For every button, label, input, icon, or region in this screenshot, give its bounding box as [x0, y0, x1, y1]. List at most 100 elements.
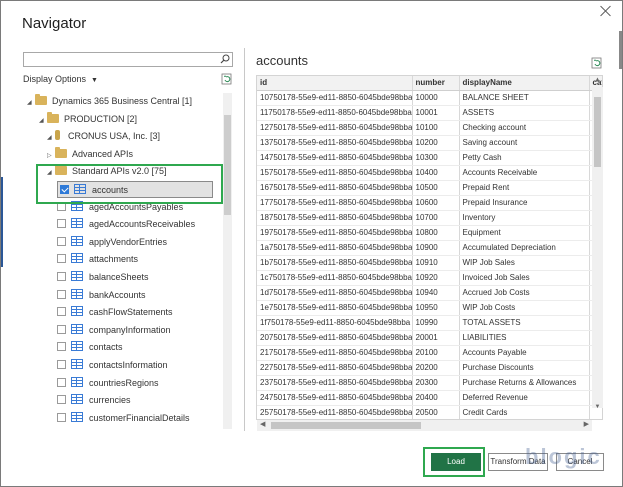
table-cell: Purchase Returns & Allowances	[459, 375, 590, 392]
preview-horizontal-scrollbar[interactable]: ◀ ▶	[257, 420, 592, 431]
table-cell: LIABILITIES	[459, 330, 590, 347]
tree-item-checkbox[interactable]	[57, 342, 66, 352]
tree-scrollbar[interactable]	[223, 93, 232, 429]
column-header[interactable]: displayName	[459, 76, 590, 92]
close-icon[interactable]	[600, 5, 612, 17]
selection-highlight-box	[36, 164, 223, 204]
table-row[interactable]: 20750178-55e9-ed11-8850-6045bde98bba 2000…	[257, 330, 602, 347]
table-cell: Prepaid Rent	[459, 180, 590, 197]
collapsed-arrow-icon[interactable]: ▷	[47, 148, 55, 165]
table-icon	[71, 218, 83, 229]
table-cell: 1d750178-55e9-ed11-8850-6045bde98bba	[257, 285, 413, 302]
table-cell: 1c750178-55e9-ed11-8850-6045bde98bba	[257, 270, 413, 287]
tree-item[interactable]: contactsInformation	[57, 357, 168, 374]
table-row[interactable]: 11750178-55e9-ed11-8850-6045bde98bba 1000…	[257, 105, 602, 122]
tree-item[interactable]: attachments	[57, 251, 138, 268]
tree-item-checkbox[interactable]	[57, 289, 66, 299]
tree-item-checkbox[interactable]	[57, 236, 66, 246]
tree-item[interactable]: currencies	[57, 392, 131, 409]
expanded-arrow-icon[interactable]: ◢	[27, 95, 35, 112]
refresh-icon[interactable]	[221, 73, 233, 85]
tree-item-checkbox[interactable]	[57, 360, 66, 369]
load-button[interactable]: Load	[431, 453, 481, 471]
table-cell: 10910	[412, 255, 460, 272]
preview-vertical-scrollbar[interactable]: ▲ ▼	[592, 77, 603, 410]
tree-item-checkbox[interactable]	[57, 412, 66, 422]
tree-item-checkbox[interactable]	[57, 307, 66, 317]
table-cell: 20300	[412, 375, 460, 392]
table-row[interactable]: 24750178-55e9-ed11-8850-6045bde98bba 2040…	[257, 390, 602, 407]
table-icon	[71, 394, 83, 405]
search-input[interactable]	[23, 52, 233, 67]
table-row[interactable]: 23750178-55e9-ed11-8850-6045bde98bba 2030…	[257, 375, 602, 392]
table-cell: 14750178-55e9-ed11-8850-6045bde98bba	[257, 150, 413, 167]
tree-item[interactable]: countriesRegions	[57, 375, 159, 392]
tree-item-checkbox[interactable]	[57, 219, 66, 229]
table-cell: 25750178-55e9-ed11-8850-6045bde98bba	[257, 405, 413, 419]
table-row[interactable]: 22750178-55e9-ed11-8850-6045bde98bba 2020…	[257, 360, 602, 377]
table-row[interactable]: 25750178-55e9-ed11-8850-6045bde98bba 2050…	[257, 405, 602, 419]
tree-item-label: Dynamics 365 Business Central [1]	[52, 96, 193, 106]
table-row[interactable]: 19750178-55e9-ed11-8850-6045bde98bba 1080…	[257, 225, 602, 242]
table-row[interactable]: 14750178-55e9-ed11-8850-6045bde98bba 1030…	[257, 150, 602, 167]
tree-item[interactable]: cashFlowStatements	[57, 304, 173, 321]
table-icon	[71, 411, 83, 422]
preview-table[interactable]: id number displayName cat 10750178-55e9-ed1…	[256, 75, 603, 420]
search-icon[interactable]	[220, 54, 230, 64]
tree-item[interactable]: ◢ CRONUS USA, Inc. [3]	[47, 128, 160, 145]
expanded-arrow-icon[interactable]: ◢	[39, 113, 47, 130]
table-row[interactable]: 1e750178-55e9-ed11-8850-6045bde98bba 1095…	[257, 300, 602, 317]
table-row[interactable]: 1a750178-55e9-ed11-8850-6045bde98bba 1090…	[257, 240, 602, 257]
table-row[interactable]: 18750178-55e9-ed11-8850-6045bde98bba 1070…	[257, 210, 602, 227]
tree-item[interactable]: contacts	[57, 339, 123, 356]
table-row[interactable]: 12750178-55e9-ed11-8850-6045bde98bba 1010…	[257, 120, 602, 137]
tree-item[interactable]: ◢ PRODUCTION [2]	[39, 111, 137, 128]
column-header[interactable]: number	[412, 76, 460, 92]
table-cell: Accrued Job Costs	[459, 285, 590, 302]
tree-item-checkbox[interactable]	[57, 272, 66, 281]
tree-item[interactable]: companyInformation	[57, 322, 171, 339]
preview-refresh-icon[interactable]	[591, 57, 603, 69]
table-cell: 10001	[412, 105, 460, 122]
table-cell: WIP Job Costs	[459, 300, 590, 317]
tree-item[interactable]: customerFinancialDetails	[57, 410, 190, 427]
table-icon	[71, 323, 83, 334]
preview-vertical-thumb[interactable]	[594, 97, 601, 167]
scroll-right-icon[interactable]: ▶	[584, 420, 589, 428]
preview-horizontal-thumb[interactable]	[271, 422, 421, 429]
table-row[interactable]: 15750178-55e9-ed11-8850-6045bde98bba 1040…	[257, 165, 602, 182]
tree-item[interactable]: applyVendorEntries	[57, 234, 167, 251]
tree-item-checkbox[interactable]	[57, 254, 66, 264]
table-cell: 22750178-55e9-ed11-8850-6045bde98bba	[257, 360, 413, 377]
table-row[interactable]: 13750178-55e9-ed11-8850-6045bde98bba 1020…	[257, 135, 602, 152]
table-row[interactable]: 21750178-55e9-ed11-8850-6045bde98bba 2010…	[257, 345, 602, 362]
scroll-left-icon[interactable]: ◀	[260, 420, 265, 428]
table-cell: 16750178-55e9-ed11-8850-6045bde98bba	[257, 180, 413, 197]
table-cell: Checking account	[459, 120, 590, 137]
display-options-dropdown[interactable]: Display Options ▼	[23, 74, 98, 84]
tree-item[interactable]: agedAccountsReceivables	[57, 216, 195, 233]
table-row[interactable]: 1d750178-55e9-ed11-8850-6045bde98bba 1094…	[257, 285, 602, 302]
scroll-up-icon[interactable]: ▲	[594, 77, 601, 83]
column-header[interactable]: id	[257, 76, 413, 92]
tree-item[interactable]: bankAccounts	[57, 287, 146, 304]
tree-item[interactable]: ▷ Advanced APIs	[47, 146, 133, 163]
table-cell: 1e750178-55e9-ed11-8850-6045bde98bba	[257, 300, 413, 317]
tree-item[interactable]: ◢ Dynamics 365 Business Central [1]	[27, 93, 192, 110]
table-cell: 10500	[412, 180, 460, 197]
tree-item-checkbox[interactable]	[57, 395, 66, 405]
table-row[interactable]: 16750178-55e9-ed11-8850-6045bde98bba 1050…	[257, 180, 602, 197]
scroll-down-icon[interactable]: ▼	[594, 404, 601, 410]
table-row[interactable]: 1c750178-55e9-ed11-8850-6045bde98bba 1092…	[257, 270, 602, 287]
table-row[interactable]: 1f750178-55e9-ed11-8850-6045bde98bba 1099…	[257, 315, 602, 332]
table-row[interactable]: 17750178-55e9-ed11-8850-6045bde98bba 1060…	[257, 195, 602, 212]
table-cell: 10950	[412, 300, 460, 317]
table-row[interactable]: 10750178-55e9-ed11-8850-6045bde98bba 1000…	[257, 90, 602, 107]
expanded-arrow-icon[interactable]: ◢	[47, 130, 55, 147]
tree-scrollbar-thumb[interactable]	[224, 115, 231, 215]
table-icon	[71, 341, 83, 352]
tree-item-checkbox[interactable]	[57, 324, 66, 334]
table-row[interactable]: 1b750178-55e9-ed11-8850-6045bde98bba 1091…	[257, 255, 602, 272]
tree-item[interactable]: balanceSheets	[57, 269, 149, 286]
tree-item-checkbox[interactable]	[57, 377, 66, 387]
